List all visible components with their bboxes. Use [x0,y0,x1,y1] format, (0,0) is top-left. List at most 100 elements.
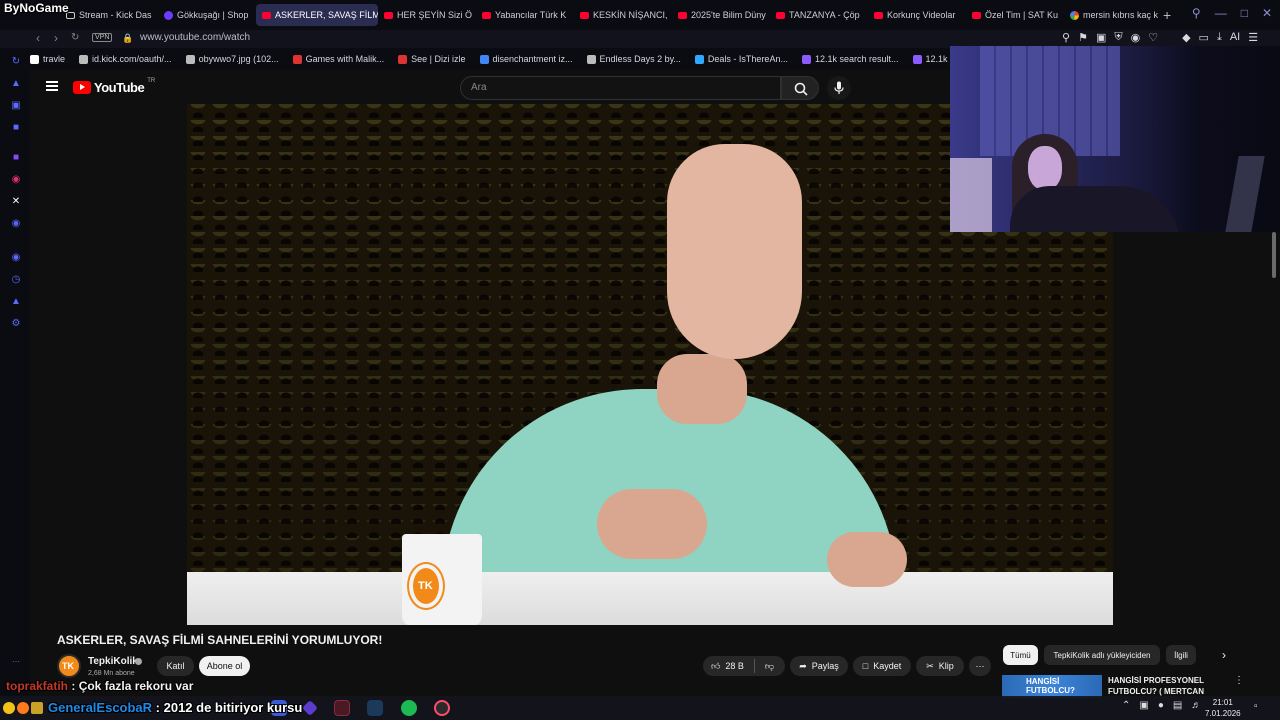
page-scrollbar[interactable] [1272,232,1276,278]
browser-tab[interactable]: Korkunç Videolar [868,4,966,26]
history-icon[interactable]: ◷ [10,274,22,286]
bookmark-label: id.kick.com/oauth/... [92,54,172,64]
speed-dial-icon[interactable]: ↻ [10,56,22,68]
player-icon[interactable]: ◉ [10,252,22,264]
bookmark-label: See | Dizi izle [411,54,466,64]
bookmark-item[interactable]: obywwo7.jpg (102... [185,54,279,64]
share-button[interactable]: ➦ Paylaş [790,656,848,676]
vpn-badge[interactable]: VPN [92,33,113,42]
search-icon[interactable]: ⚲ [1192,6,1201,20]
zoom-icon[interactable]: ⚲ [1062,31,1070,44]
browser-tab[interactable]: mersin kıbrıs kaç k [1064,4,1162,26]
tab-label: HER ŞEYİN Sizi Ö [397,10,473,20]
spotify-app-icon[interactable] [401,700,417,716]
pin-icon[interactable]: ⚑ [1078,31,1088,44]
subscribe-button[interactable]: Abone ol [199,656,250,676]
more-actions-button[interactable]: ⋯ [969,656,991,676]
voice-search-button[interactable] [827,76,851,100]
google-icon [1070,10,1079,20]
pinboard-icon[interactable]: ▲ [10,296,22,308]
related-video-title[interactable]: HANGİSİ PROFESYONEL FUTBOLCU? ( MERTCAN [1108,675,1218,697]
browser-tab[interactable]: Özel Tim | SAT Ku [966,4,1064,26]
back-icon[interactable]: ‹ [36,31,40,45]
download-icon[interactable]: ⤓ [1217,31,1222,44]
save-button[interactable]: □ Kaydet [853,656,911,676]
clip-button[interactable]: ✂ Klip [916,656,964,676]
like-dislike-group: 👍︎ 28 B 👎︎ [703,656,785,676]
bookmark-item[interactable]: disenchantment iz... [479,54,573,64]
x-icon[interactable]: ✕ [10,196,22,208]
menu-icon[interactable] [46,81,58,91]
browser-tab[interactable]: Yabancılar Türk K [476,4,574,26]
menu-icon[interactable]: ☰ [1248,31,1258,44]
obs-app-icon[interactable] [434,700,450,716]
instagram-icon[interactable]: ◉ [10,174,22,186]
related-video-thumbnail[interactable]: HANGİSİ FUTBOLCU? [1002,675,1102,698]
notification-icon[interactable]: ▫ [1254,701,1258,712]
browser-tab[interactable]: HER ŞEYİN Sizi Ö [378,4,476,26]
maximize-icon[interactable]: □ [1241,6,1248,20]
address-bar-actions: ⚲ ⚑ ▣ ⛨ ◉ ♡ ◆ ▭ ⤓ AI ☰ [1062,31,1258,44]
search-button[interactable] [781,76,819,100]
mug-logo-text: TK [418,580,433,592]
extensions-icon[interactable]: ◆ [1182,31,1190,44]
browser-tab[interactable]: ASKERLER, SAVAŞ FİLMİ [256,4,378,26]
bookmark-icon: □ [862,661,869,671]
screenshot-icon[interactable]: ▣ [1096,31,1106,44]
new-tab-button[interactable]: + [1163,7,1171,23]
chip-from-uploader[interactable]: TepkiKolik adlı yükleyiciden [1044,645,1160,665]
youtube-logo[interactable]: YouTube TR [73,78,155,95]
url-field[interactable]: www.youtube.com/watch [140,32,250,43]
browser-tab[interactable]: Gökkuşağı | Shop [158,4,256,26]
search-input[interactable]: Ara [460,76,781,100]
bookmark-item[interactable]: id.kick.com/oauth/... [79,54,172,64]
chevron-right-icon[interactable]: › [1222,648,1226,662]
browser-tab[interactable]: TANZANYA - Çöp [770,4,868,26]
microphone-icon[interactable]: ● [1158,700,1164,711]
join-button[interactable]: Katıl [157,656,194,676]
chat-text: : 2012 de bitiriyor kursu [155,700,303,715]
channel-name[interactable]: TepkiKolik [88,656,138,667]
bookmark-item[interactable]: Games with Malik... [292,54,384,64]
ai-icon[interactable]: ▲ [10,78,22,90]
bookmark-item[interactable]: travle [30,54,65,64]
browser-tab[interactable]: 2025'te Bilim Düny [672,4,770,26]
ai-button[interactable]: AI [1230,31,1240,44]
browser-tab[interactable]: Stream - Kick Das [60,4,158,26]
tab-label: ASKERLER, SAVAŞ FİLMİ [275,10,378,20]
settings-icon[interactable]: ⚙ [10,318,22,330]
chip-related[interactable]: İlgili [1166,645,1196,665]
twitch-icon[interactable]: ■ [10,152,22,164]
bookmark-item[interactable]: 12.1k search result... [801,54,899,64]
dislike-button[interactable]: 👎︎ [765,661,774,672]
chevron-up-icon[interactable]: ⌃ [1122,700,1130,711]
like-button[interactable]: 👍︎ 28 B [711,661,744,672]
minimize-icon[interactable]: — [1215,6,1227,20]
close-icon[interactable]: ✕ [1262,6,1272,20]
browser-tab[interactable]: KESKİN NİŞANCI, [574,4,672,26]
lock-icon[interactable]: 🔒 [122,33,133,44]
shield-icon[interactable]: ⛨ [1114,31,1122,44]
bookmark-item[interactable]: Deals - IsThereAn... [694,54,788,64]
image-icon[interactable]: ▣ [10,100,22,112]
wallet-icon[interactable]: ▭ [1199,31,1209,44]
channel-avatar[interactable]: TK [57,654,81,678]
network-icon[interactable]: ▣ [1139,700,1148,711]
steam-app-icon[interactable] [367,700,383,716]
camera-icon[interactable]: ◉ [1131,31,1141,44]
heart-icon[interactable]: ♡ [1148,31,1158,44]
opera-gx-app-icon[interactable] [334,700,350,716]
volume-icon[interactable]: ♬ [1191,700,1201,711]
taskbar-clock[interactable]: 21:01 7.01.2026 [1205,697,1241,719]
reload-icon[interactable]: ↻ [71,32,79,43]
discord-icon[interactable]: ◉ [10,218,22,230]
messenger-icon[interactable]: ■ [10,122,22,134]
forward-icon[interactable]: › [54,31,58,45]
bookmark-item[interactable]: Endless Days 2 by... [586,54,681,64]
chip-all[interactable]: Tümü [1003,645,1038,665]
more-icon[interactable]: ⋯ [10,656,22,668]
youtube-icon [482,11,491,19]
more-vertical-icon[interactable]: ⋮ [1234,675,1244,686]
bookmark-item[interactable]: See | Dizi izle [398,54,466,64]
ethernet-icon[interactable]: ▤ [1173,700,1182,711]
